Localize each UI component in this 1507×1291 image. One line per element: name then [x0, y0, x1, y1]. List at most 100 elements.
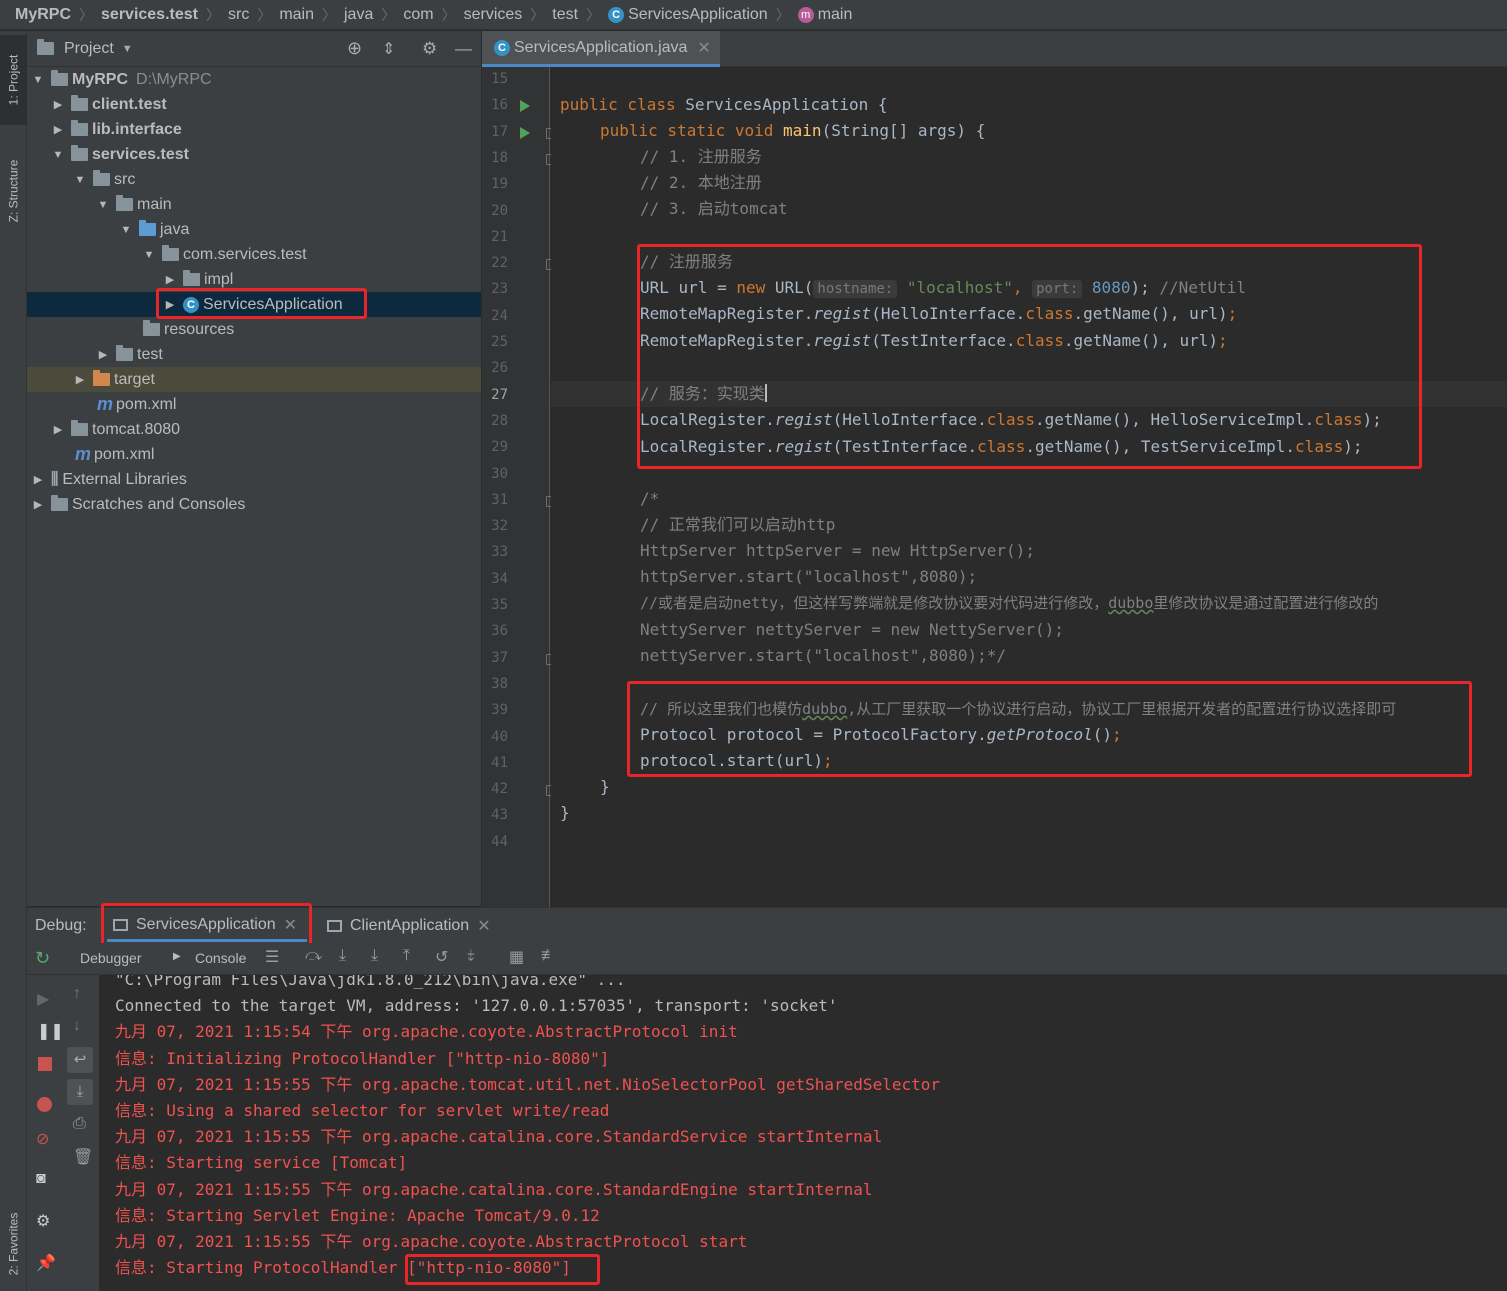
run-gutter-icon[interactable]: [520, 126, 530, 139]
arrow-down-icon[interactable]: ↓: [73, 1017, 81, 1035]
close-icon[interactable]: ✕: [697, 38, 710, 58]
console-line: 九月 07, 2021 1:15:55 下午 org.apache.coyote…: [115, 1232, 748, 1251]
step-over-icon[interactable]: ⤼: [305, 947, 322, 965]
menu-icon[interactable]: ☰: [265, 947, 279, 967]
libraries-icon: ⫼: [51, 470, 59, 488]
camera-icon[interactable]: ◙: [36, 1170, 46, 1188]
tree-item-pom-root[interactable]: m pom.xml: [27, 442, 481, 467]
chevron-down-icon[interactable]: ▼: [31, 74, 45, 86]
tree-item-scratches[interactable]: ▶ Scratches and Consoles: [27, 492, 481, 517]
scroll-to-end-icon[interactable]: ⤓: [67, 1079, 93, 1105]
class-icon: C: [608, 6, 625, 23]
collapse-all-icon[interactable]: ⇕: [382, 39, 395, 59]
resume-icon[interactable]: ▶: [37, 989, 49, 1009]
pin-icon[interactable]: 📌: [36, 1253, 56, 1273]
hide-icon[interactable]: —: [455, 39, 472, 59]
chevron-right-icon[interactable]: ▶: [51, 98, 65, 111]
step-into-icon[interactable]: ⤓: [339, 947, 346, 965]
close-icon[interactable]: ✕: [477, 916, 490, 936]
pause-icon[interactable]: ❚❚: [37, 1021, 64, 1041]
crumb-com[interactable]: com: [403, 6, 433, 24]
run-gutter-icon[interactable]: [520, 100, 530, 113]
left-tool-strip: 1: Project Z: Structure 2: Favorites: [0, 31, 27, 1291]
debug-tab-client[interactable]: ClientApplication ✕: [327, 910, 491, 942]
chevron-right-icon[interactable]: ▶: [163, 273, 177, 286]
crumb-module[interactable]: services.test: [101, 6, 198, 24]
project-view-selector[interactable]: Project: [64, 40, 114, 58]
crumb-class[interactable]: ServicesApplication: [628, 6, 768, 24]
evaluate-icon[interactable]: ▦: [509, 947, 524, 967]
rerun-icon[interactable]: ↻: [35, 948, 50, 969]
tree-item-resources[interactable]: resources: [27, 317, 481, 342]
console-tab[interactable]: Console: [195, 950, 246, 966]
crumb-java[interactable]: java: [344, 6, 373, 24]
crumb-project[interactable]: MyRPC: [15, 6, 71, 24]
crumb-main[interactable]: main: [279, 6, 314, 24]
gear-icon[interactable]: ⚙: [36, 1211, 50, 1231]
chevron-right-icon[interactable]: ▶: [31, 498, 45, 511]
chevron-right-icon[interactable]: ▶: [51, 123, 65, 136]
line-number: 38: [491, 675, 508, 692]
tree-item-tomcat[interactable]: ▶ tomcat.8080: [27, 417, 481, 442]
tree-item-lib-interface[interactable]: ▶ lib.interface: [27, 117, 481, 142]
run-to-cursor-icon[interactable]: ⤈: [467, 947, 474, 965]
chevron-down-icon[interactable]: ▼: [122, 43, 133, 55]
line-number: 30: [491, 465, 508, 482]
tree-item-external-libraries[interactable]: ▶ ⫼ External Libraries: [27, 467, 481, 492]
tree-item-client-test[interactable]: ▶ client.test: [27, 92, 481, 117]
chevron-down-icon[interactable]: ▼: [51, 149, 65, 161]
editor-tab-services-application[interactable]: C ServicesApplication.java ✕: [482, 31, 720, 67]
console-output[interactable]: "C:\Program Files\Java\jdk1.8.0_212\bin\…: [99, 975, 1507, 1291]
chevron-down-icon[interactable]: ▼: [142, 249, 156, 261]
project-tool-tab[interactable]: 1: Project: [0, 35, 27, 125]
tree-item-main[interactable]: ▼ main: [27, 192, 481, 217]
arrow-up-icon[interactable]: ↑: [73, 985, 81, 1003]
mute-breakpoints-icon[interactable]: ⊘: [36, 1129, 49, 1149]
tree-item-test[interactable]: ▶ test: [27, 342, 481, 367]
tree-item-services-test[interactable]: ▼ services.test: [27, 142, 481, 167]
crumb-method[interactable]: main: [818, 6, 853, 24]
chevron-right-icon[interactable]: ▶: [31, 473, 45, 486]
tree-item-pom-module[interactable]: m pom.xml: [27, 392, 481, 417]
crumb-separator: 〉: [322, 6, 336, 23]
drop-frame-icon[interactable]: ↺: [435, 947, 448, 967]
structure-tool-tab[interactable]: Z: Structure: [0, 141, 27, 241]
print-icon[interactable]: ⎙: [73, 1115, 86, 1133]
trash-icon[interactable]: 🗑: [73, 1147, 93, 1167]
chevron-down-icon[interactable]: ▼: [73, 174, 87, 186]
line-number: 25: [491, 334, 508, 350]
chevron-down-icon[interactable]: ▼: [119, 224, 133, 236]
step-out-icon[interactable]: ⤒: [403, 947, 410, 965]
crumb-services[interactable]: services: [464, 6, 523, 24]
console-line: 信息: Starting service [Tomcat]: [115, 1153, 408, 1173]
crumb-src[interactable]: src: [228, 6, 249, 24]
tree-item-package[interactable]: ▼ com.services.test: [27, 242, 481, 267]
chevron-right-icon[interactable]: ▶: [51, 423, 65, 436]
console-line: 信息: Initializing ProtocolHandler ["http-…: [115, 1048, 610, 1068]
code-editor[interactable]: public class ServicesApplication { publi…: [551, 67, 1507, 907]
crumb-test[interactable]: test: [552, 6, 578, 24]
soft-wrap-icon[interactable]: ↩: [67, 1047, 93, 1073]
force-step-into-icon[interactable]: ⤓: [371, 947, 378, 965]
gear-icon[interactable]: ⚙: [422, 39, 437, 59]
debugger-tab[interactable]: Debugger: [80, 950, 142, 966]
locate-icon[interactable]: ⊕: [347, 38, 362, 59]
line-number: 16: [491, 97, 508, 114]
line-number: 17: [491, 123, 508, 140]
tree-item-java[interactable]: ▼ java: [27, 217, 481, 242]
code-line-19: // 2. 本地注册: [640, 173, 762, 192]
tree-item-myrpc[interactable]: ▼ MyRPC D:\MyRPC: [27, 67, 481, 92]
stop-icon[interactable]: [38, 1057, 52, 1071]
package-icon: [162, 245, 179, 261]
tree-item-target[interactable]: ▶ target: [27, 367, 481, 392]
chevron-right-icon[interactable]: ▶: [96, 348, 110, 361]
module-folder-icon: [51, 70, 68, 86]
chevron-down-icon[interactable]: ▼: [96, 199, 110, 211]
chevron-right-icon[interactable]: ▶: [73, 373, 87, 386]
line-number: 20: [491, 202, 508, 219]
code-line-20: // 3. 启动tomcat: [640, 199, 788, 218]
trace-icon[interactable]: ≢: [541, 947, 557, 965]
tree-item-src[interactable]: ▼ src: [27, 167, 481, 192]
breakpoints-icon[interactable]: [37, 1097, 52, 1112]
favorites-tool-tab[interactable]: 2: Favorites: [0, 1196, 27, 1291]
